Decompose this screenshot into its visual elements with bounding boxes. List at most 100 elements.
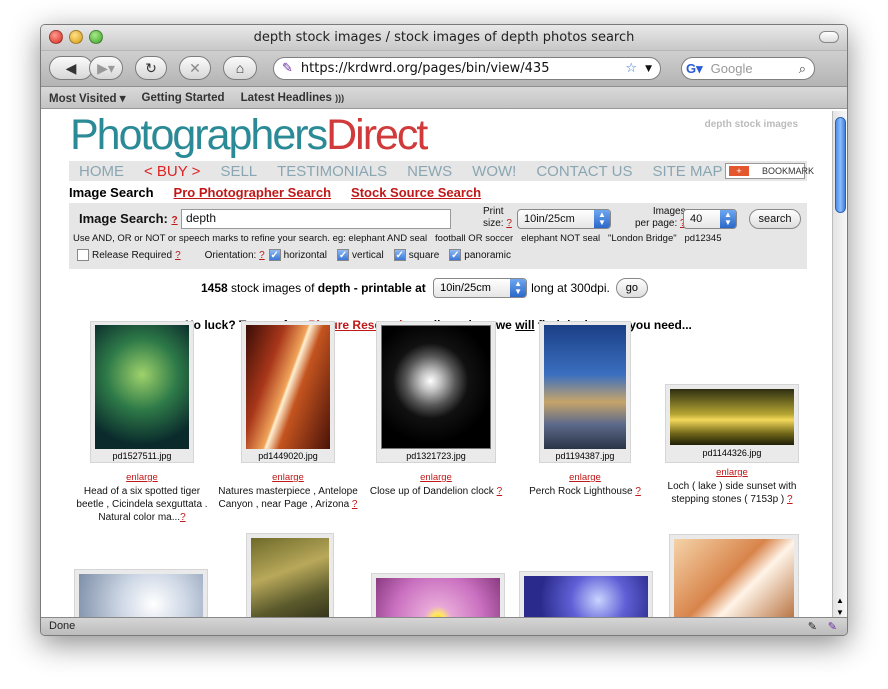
- image-search-help[interactable]: ?: [172, 215, 178, 226]
- title-bar: depth stock images / stock images of dep…: [41, 25, 847, 51]
- caption-help[interactable]: ?: [787, 494, 793, 505]
- stop-button[interactable]: ✕: [179, 56, 211, 80]
- results-size-select[interactable]: 10in/25cm ▲ ▼: [433, 278, 528, 298]
- caption-text: Head of a six spotted tiger beetle , Cic…: [76, 486, 208, 523]
- bookmark-most-visited[interactable]: Most Visited ▾: [49, 91, 126, 105]
- caption-help[interactable]: ?: [497, 486, 503, 497]
- scroll-up-arrow-icon[interactable]: ▲: [836, 596, 844, 605]
- caption-help[interactable]: ?: [635, 486, 641, 497]
- search-query-input[interactable]: depth: [181, 209, 451, 229]
- results-text-2: - printable at: [350, 281, 430, 295]
- release-required-checkbox[interactable]: Release Required ?: [77, 249, 181, 261]
- print-size-label-line2: size:: [483, 218, 504, 229]
- result-image-beetle[interactable]: [95, 325, 189, 449]
- result-image-loch-sunset[interactable]: [670, 389, 794, 445]
- results-size-value: 10in/25cm: [440, 282, 491, 294]
- back-arrow-icon: ◀: [65, 59, 77, 76]
- orientation-horizontal-checkbox[interactable]: ✓ horizontal: [268, 249, 327, 261]
- result-image-blossom[interactable]: [79, 574, 203, 619]
- caption-text: Natures masterpiece , Antelope Canyon , …: [218, 486, 358, 510]
- result-filename: pd1527511.jpg: [112, 451, 172, 461]
- search-placeholder: Google: [710, 61, 753, 76]
- result-image-architecture[interactable]: [251, 538, 329, 619]
- result-image-canyon[interactable]: [246, 325, 330, 449]
- addon-icon: ✎: [827, 621, 837, 633]
- orientation-help[interactable]: ?: [259, 250, 265, 261]
- results-count: 1458: [201, 281, 228, 295]
- tab-image-search[interactable]: Image Search: [69, 185, 154, 200]
- search-hint: Use AND, OR or NOT or speech marks to re…: [73, 233, 722, 244]
- web-search-box[interactable]: G▾ Google ⌕: [681, 57, 815, 80]
- enlarge-link[interactable]: enlarge: [72, 472, 212, 483]
- per-page-label: Images per page: ?: [635, 206, 686, 230]
- enlarge-link[interactable]: enlarge: [218, 472, 358, 483]
- caption-help[interactable]: ?: [352, 499, 358, 510]
- release-help[interactable]: ?: [175, 250, 181, 261]
- navigation-toolbar: ◀ ▶▾ ↻ ✕ ⌂ ✎ https://krdwrd.org/pages/bi…: [41, 51, 847, 87]
- magnifier-icon[interactable]: ⌕: [799, 61, 806, 77]
- caption-help[interactable]: ?: [180, 512, 186, 523]
- search-type-tabs: Image Search Pro Photographer Search Sto…: [69, 185, 481, 200]
- url-dropdown-icon[interactable]: ▼: [645, 64, 652, 74]
- nav-testimonials[interactable]: TESTIMONIALS: [267, 163, 397, 180]
- result-image-droplets[interactable]: [524, 576, 648, 619]
- scroll-down-arrow-icon[interactable]: ▼: [836, 608, 844, 617]
- nav-buy[interactable]: < BUY >: [134, 163, 210, 180]
- tab-pro-photographer-search[interactable]: Pro Photographer Search: [174, 185, 331, 200]
- per-page-label-line1: Images: [652, 206, 686, 217]
- result-filename: pd1321723.jpg: [406, 451, 466, 461]
- reload-button[interactable]: ↻: [135, 56, 167, 80]
- result-image-flower[interactable]: [376, 578, 500, 619]
- url-text: https://krdwrd.org/pages/bin/view/435: [300, 61, 550, 76]
- print-size-select[interactable]: 10in/25cm ▲ ▼: [517, 209, 611, 229]
- status-text: Done: [49, 620, 76, 632]
- nav-contact-us[interactable]: CONTACT US: [526, 163, 642, 180]
- google-engine-icon[interactable]: G▾: [686, 61, 703, 77]
- result-image-lighthouse[interactable]: [544, 325, 626, 449]
- reload-icon: ↻: [145, 59, 157, 76]
- enlarge-link[interactable]: enlarge: [366, 472, 506, 483]
- vertical-scrollbar[interactable]: ▲ ▼: [832, 111, 847, 619]
- site-logo[interactable]: PhotographersDirect: [70, 111, 428, 160]
- tab-stock-source-search[interactable]: Stock Source Search: [351, 185, 481, 200]
- enlarge-link[interactable]: enlarge: [515, 472, 655, 483]
- orientation-panoramic-checkbox[interactable]: ✓ panoramic: [449, 249, 511, 261]
- filter-row: Release Required ? Orientation: ? ✓ horiz…: [77, 249, 521, 261]
- print-size-label: Print size: ?: [483, 206, 512, 230]
- result-image-abstract[interactable]: [674, 539, 794, 619]
- scrollbar-thumb[interactable]: [835, 117, 846, 213]
- caption-text: Perch Rock Lighthouse: [529, 486, 633, 497]
- bookmark-site-button[interactable]: + BOOKMARK: [725, 163, 814, 179]
- orientation-square-checkbox[interactable]: ✓ square: [393, 249, 439, 261]
- bookmark-star-icon[interactable]: ☆: [625, 61, 637, 76]
- check-icon: ✓: [449, 249, 462, 261]
- result-image-dandelion[interactable]: [381, 325, 491, 449]
- bookmark-latest-headlines[interactable]: Latest Headlines ))): [241, 92, 345, 104]
- orientation-label-text: Orientation:: [204, 249, 257, 261]
- per-page-select[interactable]: 40 ▲ ▼: [683, 209, 737, 229]
- result-filename: pd1144326.jpg: [702, 448, 762, 458]
- nav-sell[interactable]: SELL: [210, 163, 267, 180]
- check-icon: ✓: [393, 249, 406, 261]
- go-button[interactable]: go: [615, 278, 648, 298]
- nav-wow[interactable]: WOW!: [462, 163, 526, 180]
- home-button[interactable]: ⌂: [223, 56, 257, 80]
- enlarge-link[interactable]: enlarge: [662, 467, 802, 478]
- search-button[interactable]: search: [749, 209, 801, 229]
- bookmark-getting-started[interactable]: Getting Started: [142, 92, 225, 104]
- back-button[interactable]: ◀: [49, 56, 93, 80]
- nav-news[interactable]: NEWS: [397, 163, 462, 180]
- print-size-help[interactable]: ?: [506, 218, 512, 229]
- logo-text-direct: Direct: [326, 111, 428, 159]
- edit-icon: ✎: [807, 621, 817, 633]
- status-bar: Done ✎ ✎: [41, 617, 847, 635]
- orientation-vertical-checkbox[interactable]: ✓ vertical: [337, 249, 384, 261]
- forward-button[interactable]: ▶▾: [89, 56, 123, 80]
- nav-site-map[interactable]: SITE MAP: [642, 163, 732, 180]
- nav-home[interactable]: HOME: [69, 163, 134, 180]
- orientation-vertical-label: vertical: [352, 249, 384, 261]
- promo-will: will: [515, 318, 535, 332]
- url-bar[interactable]: ✎ https://krdwrd.org/pages/bin/view/435 …: [273, 57, 661, 80]
- image-search-label: Image Search: ?: [79, 211, 178, 226]
- toolbar-toggle-button[interactable]: [819, 31, 839, 43]
